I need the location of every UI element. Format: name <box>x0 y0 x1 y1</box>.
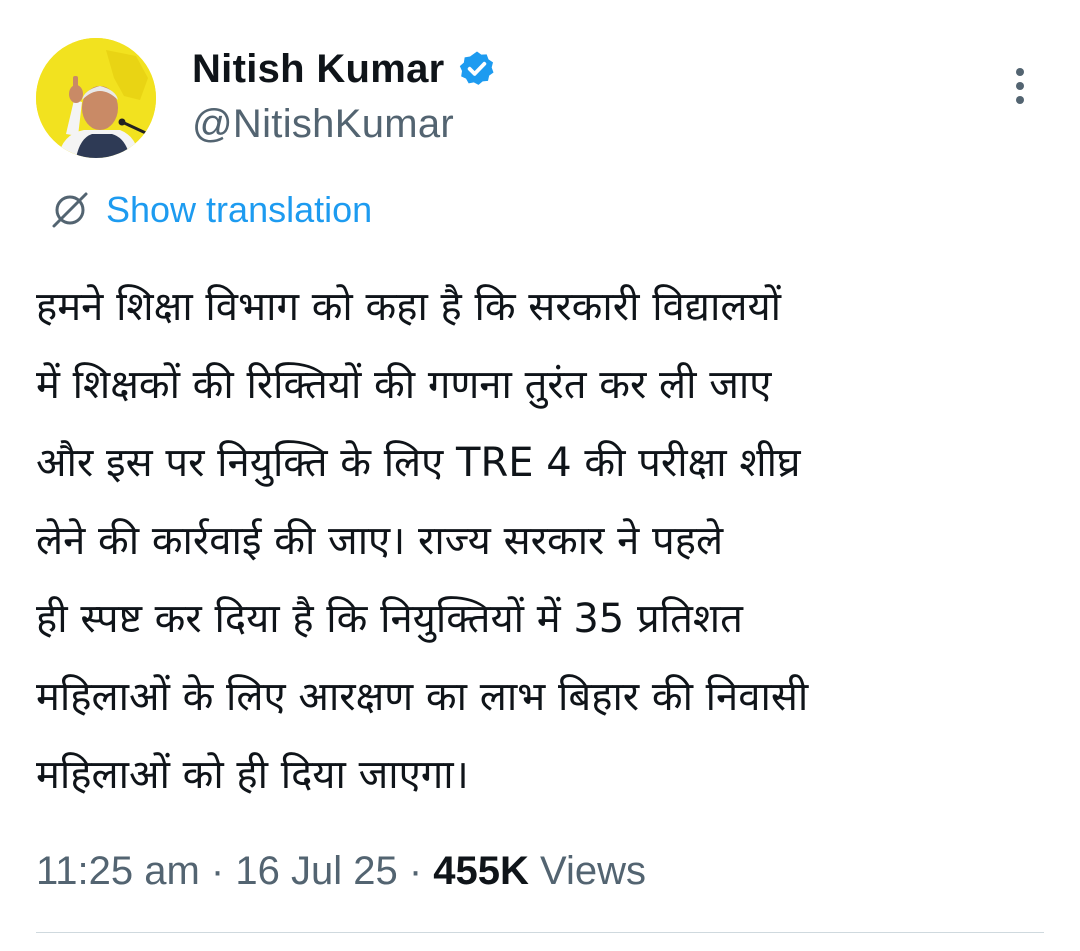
tweet-meta: 11:25 am · 16 Jul 25 · 455K Views <box>36 840 646 902</box>
globe-translate-icon <box>48 188 92 232</box>
tweet-text-line: महिलाओं को ही दिया जाएगा। <box>36 752 469 798</box>
author-name-row[interactable]: Nitish Kumar <box>192 44 497 94</box>
divider <box>36 932 1044 933</box>
show-translation-label[interactable]: Show translation <box>106 184 372 236</box>
meta-separator: · <box>397 849 434 893</box>
author-handle[interactable]: @NitishKumar <box>192 100 454 148</box>
tweet-text-line: और इस पर नियुक्ति के लिए TRE 4 की परीक्ष… <box>36 440 801 486</box>
meta-separator: · <box>199 849 236 893</box>
profile-photo <box>36 38 156 158</box>
tweet-text-line: ही स्पष्ट कर दिया है कि नियुक्तियों में … <box>36 596 743 642</box>
tweet-text-line: हमने शिक्षा विभाग को कहा है कि सरकारी वि… <box>36 284 782 330</box>
views-label[interactable]: Views <box>540 849 646 893</box>
tweet-text-line: महिलाओं के लिए आरक्षण का लाभ बिहार की नि… <box>36 674 809 720</box>
tweet-text: हमने शिक्षा विभाग को कहा है कि सरकारी वि… <box>36 268 1046 814</box>
tweet-text-line: लेने की कार्रवाई की जाए। राज्य सरकार ने … <box>36 518 724 564</box>
tweet-date[interactable]: 16 Jul 25 <box>235 849 397 893</box>
views-count[interactable]: 455K <box>433 849 529 893</box>
avatar[interactable] <box>36 38 156 158</box>
verified-badge-icon <box>457 49 497 89</box>
tweet-text-line: में शिक्षकों की रिक्तियों की गणना तुरंत … <box>36 362 772 408</box>
show-translation-button[interactable]: Show translation <box>48 184 372 236</box>
author-display-name[interactable]: Nitish Kumar <box>192 44 445 94</box>
more-options-icon[interactable] <box>1000 64 1040 112</box>
tweet-time[interactable]: 11:25 am <box>36 849 200 893</box>
